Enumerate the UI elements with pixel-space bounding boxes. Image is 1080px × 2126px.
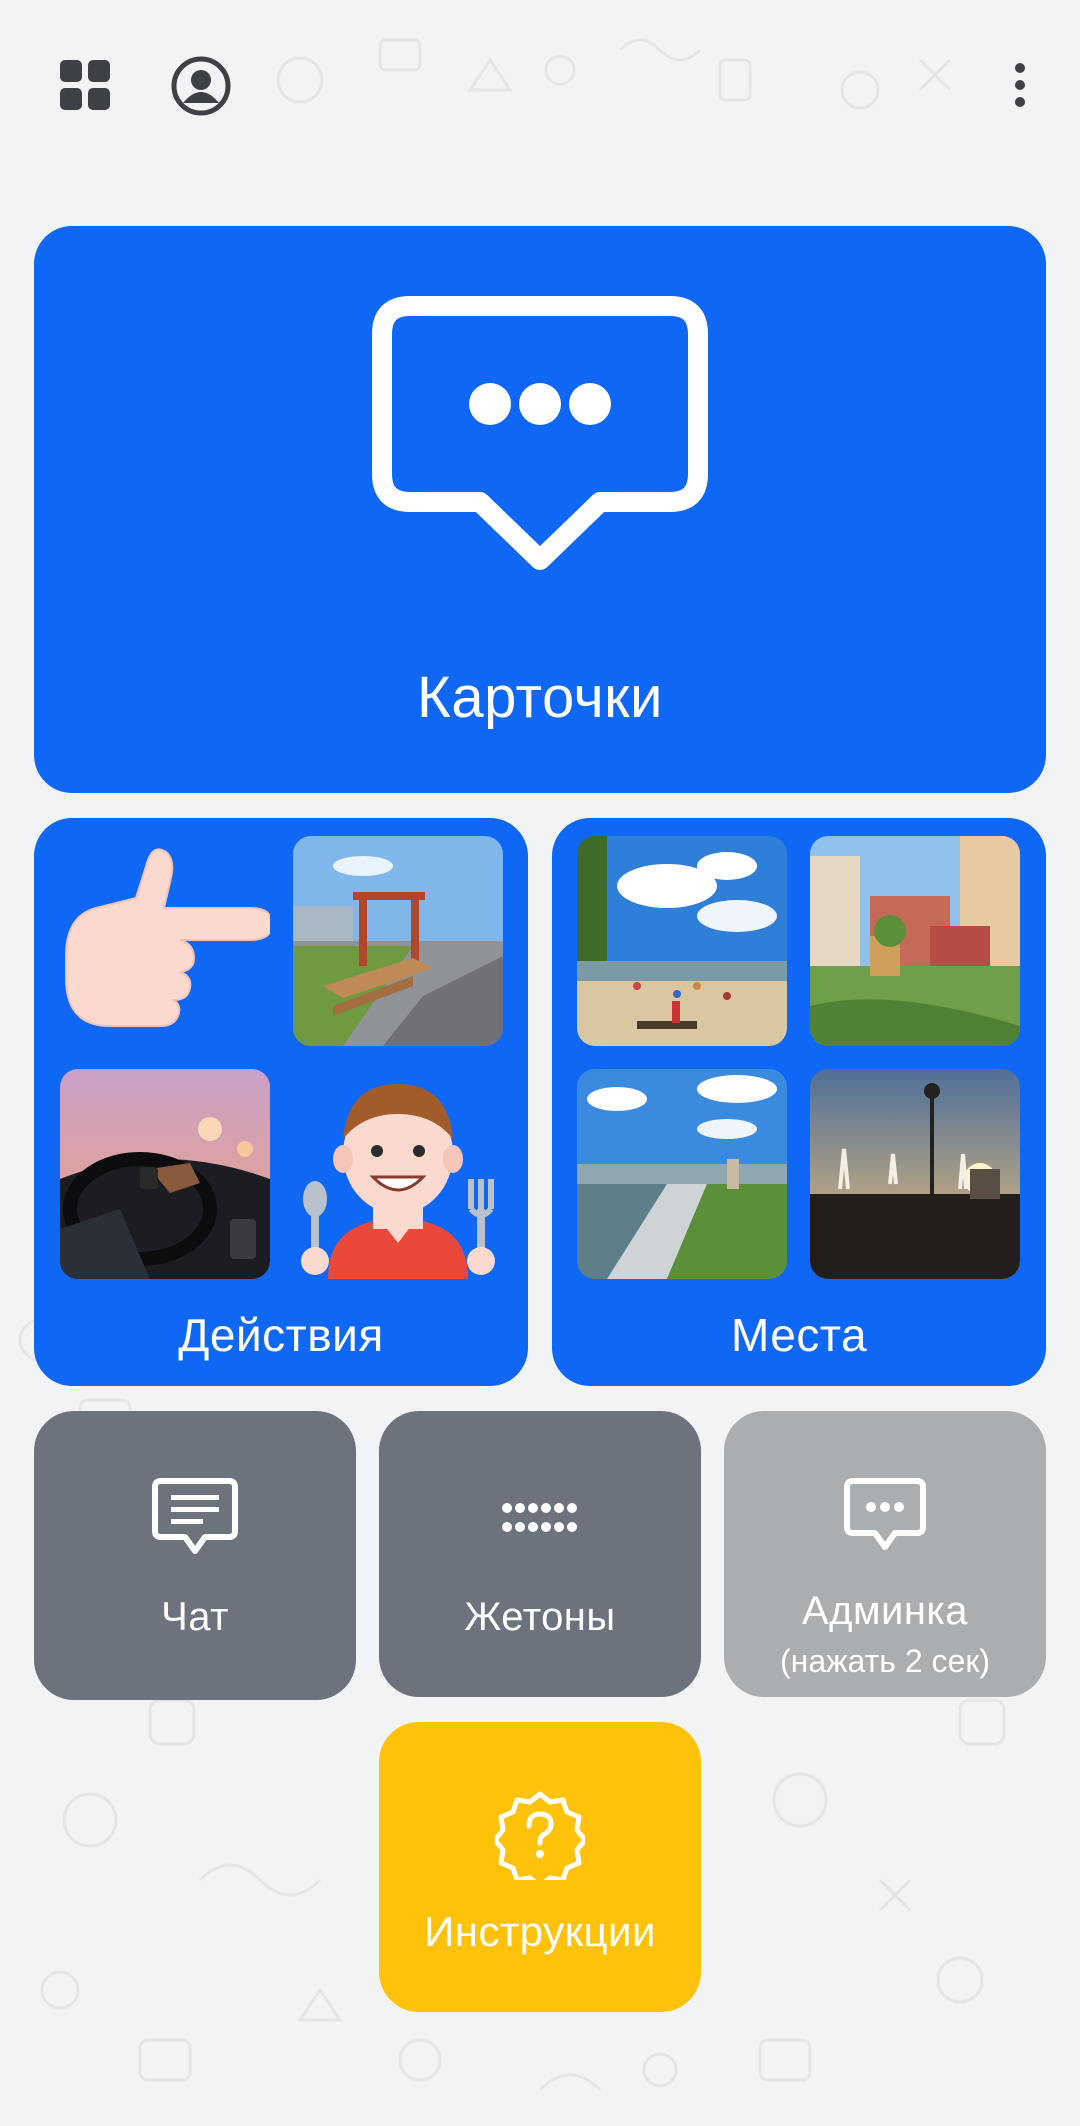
pointing-hand-tile xyxy=(60,836,270,1046)
beach-photo xyxy=(577,836,787,1046)
instructions-label: Инструкции xyxy=(424,1908,656,1955)
admin-label: Админка xyxy=(801,1589,969,1633)
fountain-sunset-photo xyxy=(810,1069,1020,1279)
user-circle-icon[interactable] xyxy=(168,53,234,119)
grid-icon[interactable] xyxy=(55,55,115,115)
tokens-label: Жетоны xyxy=(464,1595,616,1639)
instructions-button[interactable]: Инструкции xyxy=(379,1722,701,2012)
help-badge-icon xyxy=(495,1791,585,1880)
tokens-button[interactable]: Жетоны xyxy=(379,1411,701,1697)
cards-button[interactable]: Карточки xyxy=(34,226,1046,793)
dots-grid-icon xyxy=(502,1503,577,1532)
park-boardwalk-photo xyxy=(293,836,503,1046)
speech-bubble-dots-icon xyxy=(372,296,708,570)
more-vertical-icon[interactable] xyxy=(1000,55,1040,115)
cards-label: Карточки xyxy=(417,665,663,730)
chat-button[interactable]: Чат xyxy=(34,1411,356,1700)
admin-button[interactable]: Админка (нажать 2 сек) xyxy=(724,1411,1046,1697)
boy-eating-illustration xyxy=(293,1069,503,1279)
top-bar xyxy=(0,0,1080,160)
apartment-playground-photo xyxy=(810,836,1020,1046)
river-embankment-photo xyxy=(577,1069,787,1279)
actions-button[interactable]: Действия xyxy=(34,818,528,1386)
chat-lines-icon xyxy=(152,1478,238,1554)
chat-label: Чат xyxy=(161,1595,229,1639)
driving-car-photo xyxy=(60,1069,270,1279)
places-label: Места xyxy=(730,1309,868,1361)
admin-sublabel: (нажать 2 сек) xyxy=(780,1643,990,1679)
places-button[interactable]: Места xyxy=(552,818,1046,1386)
actions-label: Действия xyxy=(178,1309,384,1361)
speech-bubble-dots-icon xyxy=(844,1478,926,1550)
